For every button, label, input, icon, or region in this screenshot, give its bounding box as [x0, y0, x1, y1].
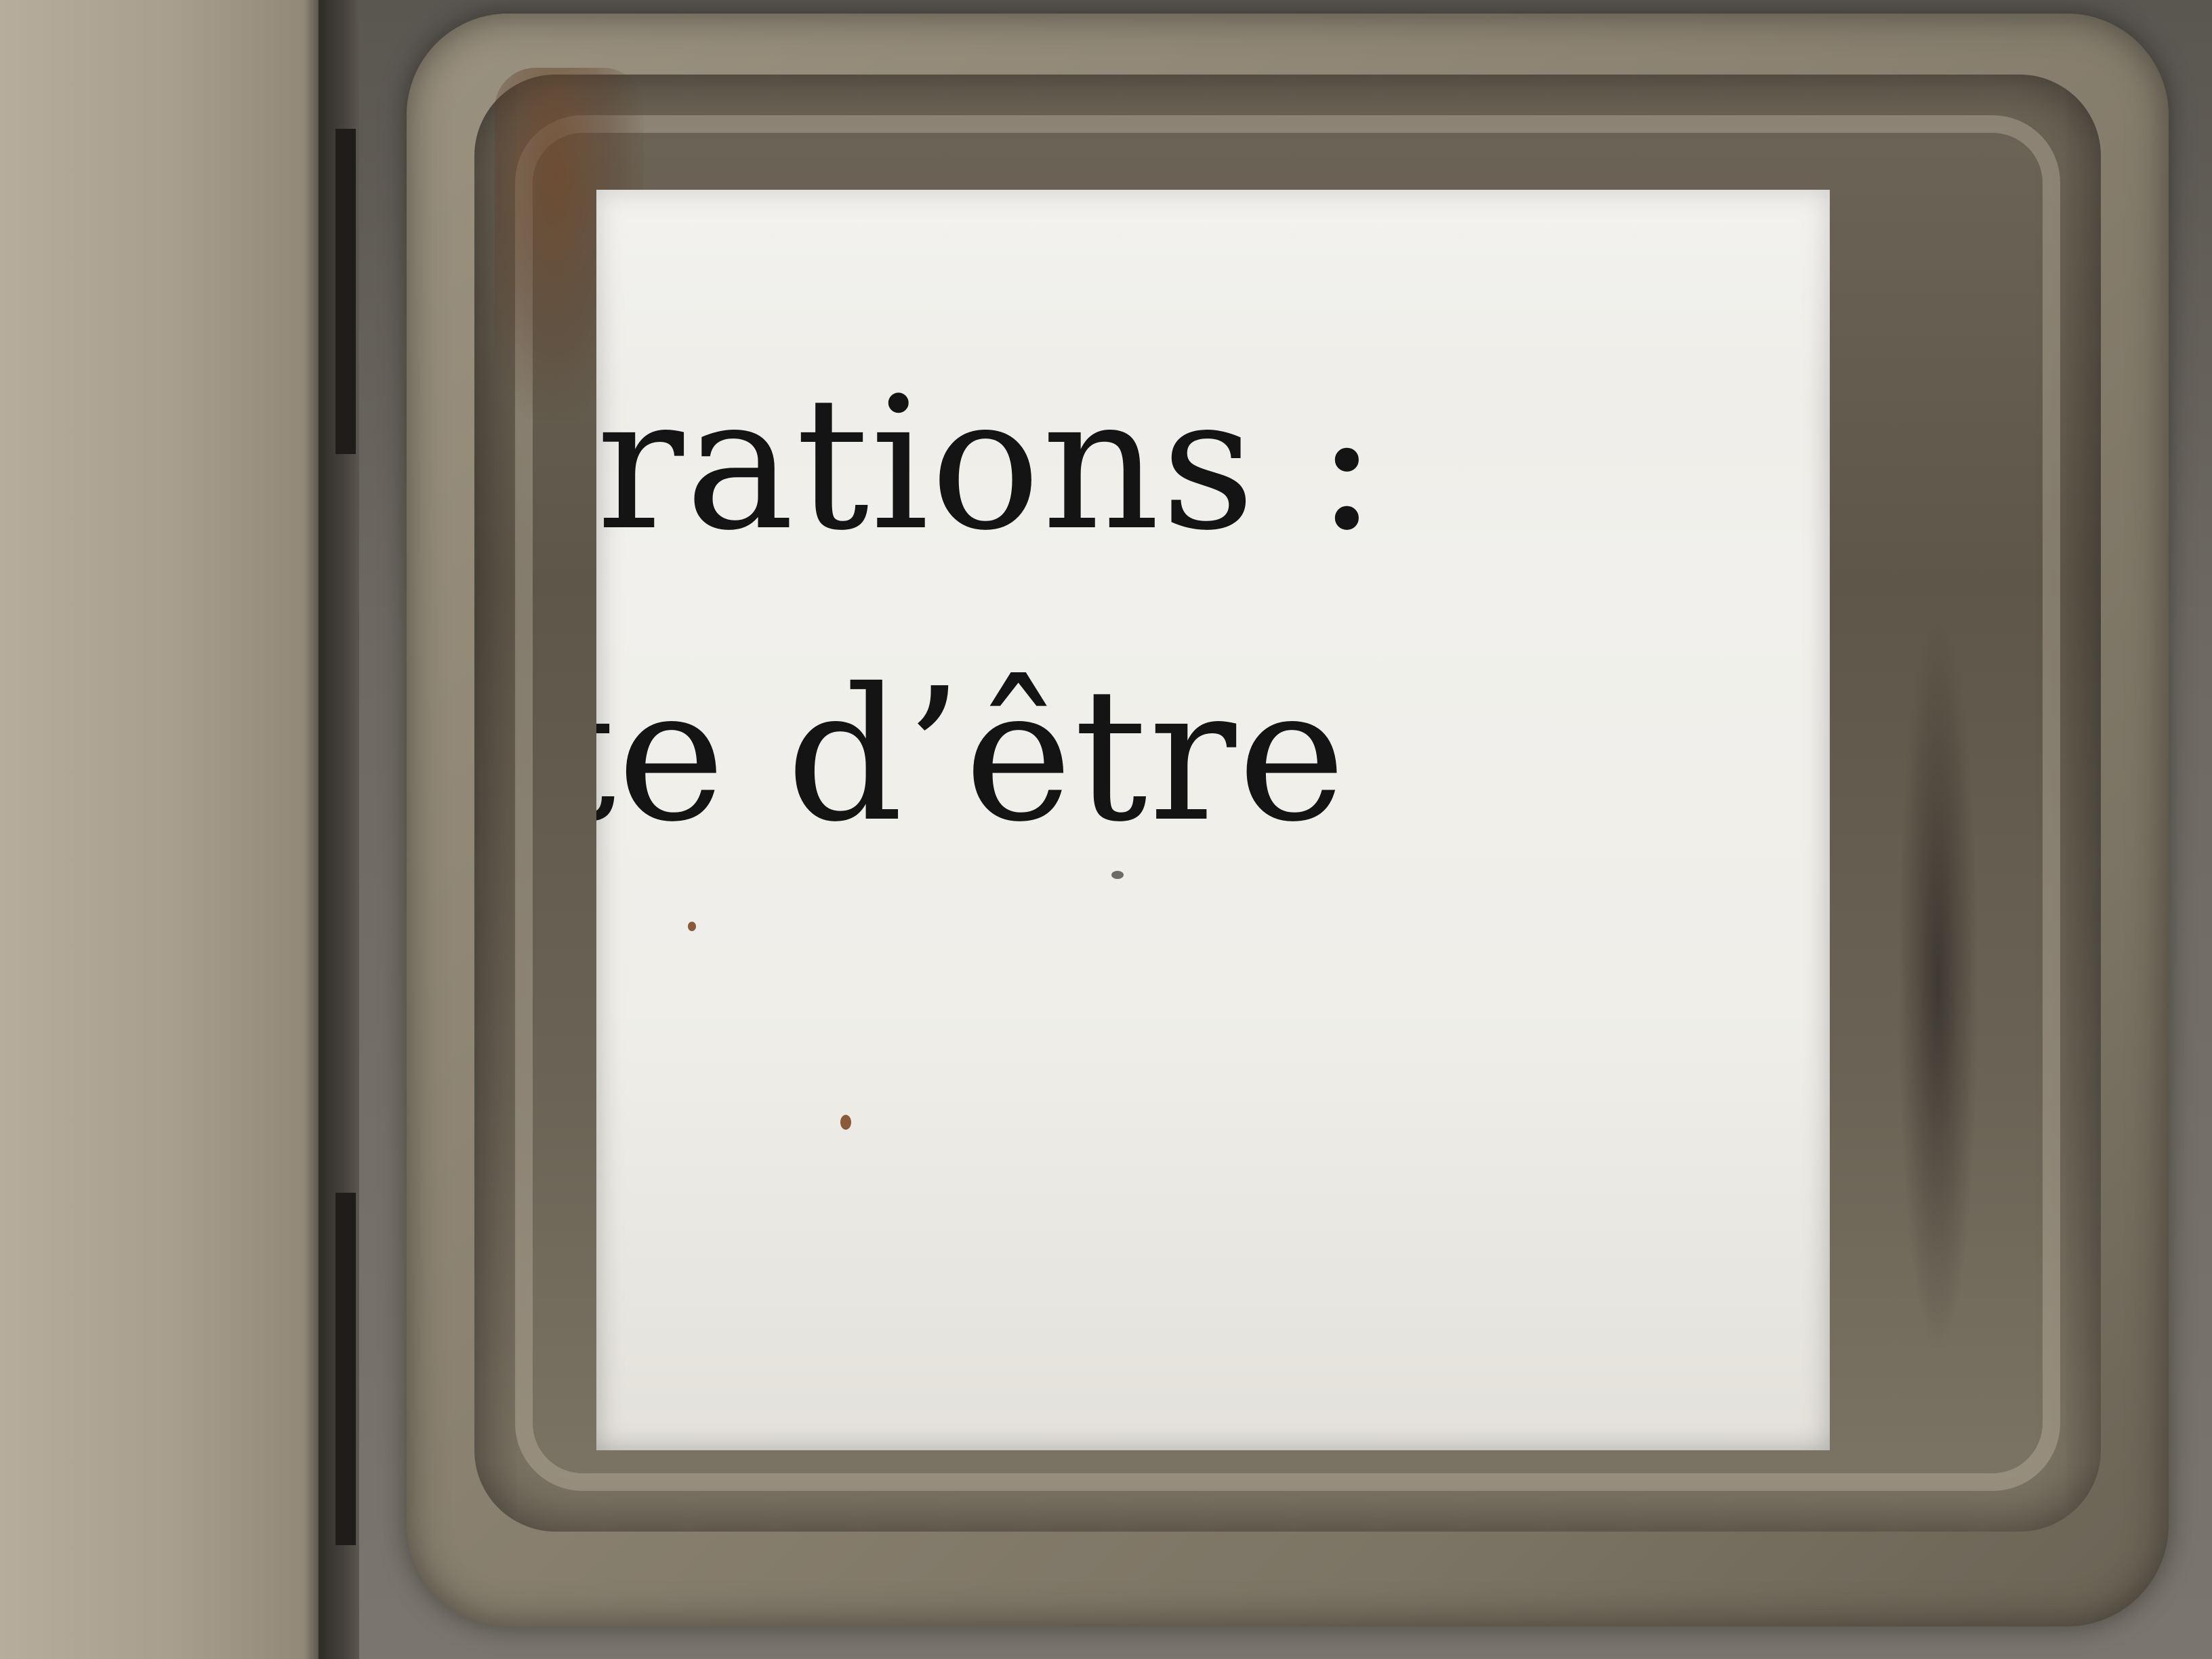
text-line-2: te d’être: [596, 649, 1347, 862]
paper-speck: [688, 922, 696, 931]
magnified-paper: rations : te d’être: [596, 190, 1830, 1450]
paper-speck: [840, 1115, 851, 1130]
hinge-notch-top: [335, 129, 356, 454]
loupe-lid: [0, 0, 319, 1659]
paper-speck: [1111, 871, 1124, 879]
dark-smudge: [1898, 610, 1979, 1355]
text-line-1: rations :: [596, 357, 1379, 571]
loupe-photo: rations : te d’être: [0, 0, 2212, 1659]
hinge-notch-bottom: [335, 1193, 356, 1545]
